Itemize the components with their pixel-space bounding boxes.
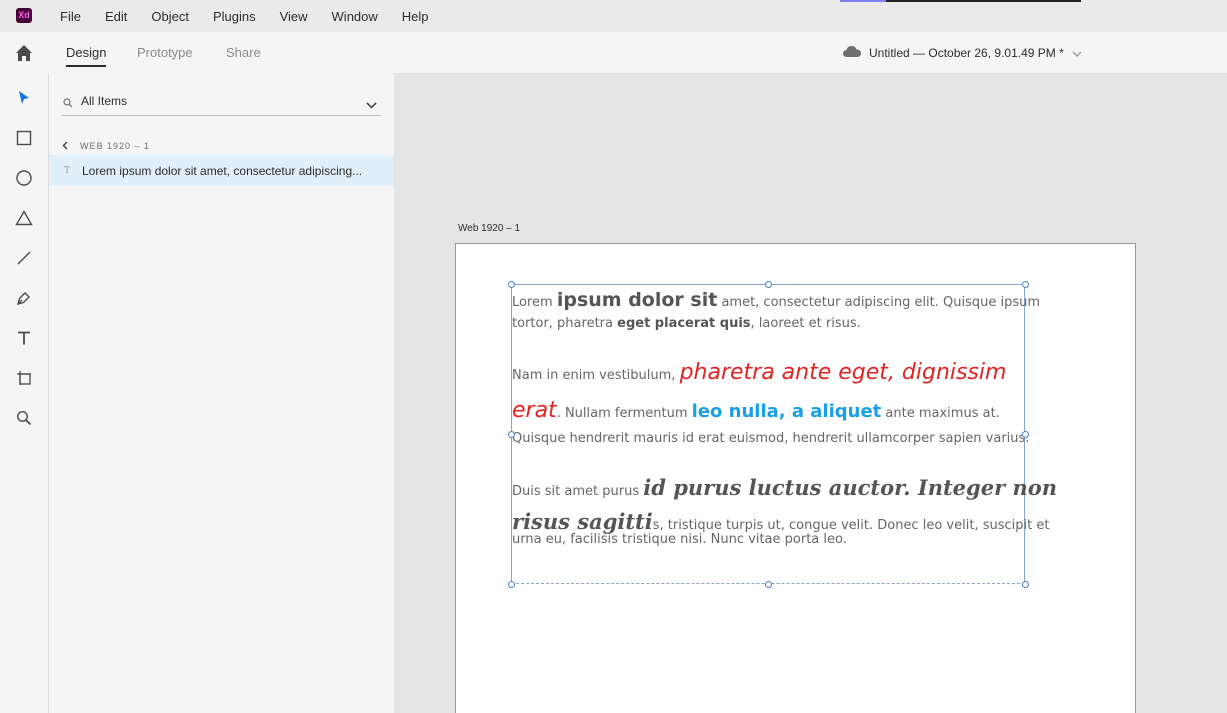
text-run-bold: ipsum dolor sit (556, 289, 718, 311)
tab-share[interactable]: Share (226, 32, 261, 73)
text-line: Duis sit amet purus id purus luctus auct… (512, 475, 1057, 500)
resize-handle-s[interactable] (765, 581, 772, 588)
artboard-tool-icon[interactable] (12, 366, 36, 390)
resize-handle-e[interactable] (1022, 431, 1029, 438)
text-line: Lorem ipsum dolor sit amet, consectetur … (512, 289, 1040, 311)
text-run: tortor, pharetra (512, 316, 618, 331)
text-line: erat. Nullam fermentum leo nulla, a aliq… (512, 398, 1000, 423)
resize-handle-se[interactable] (1022, 581, 1029, 588)
resize-handle-ne[interactable] (1022, 281, 1029, 288)
menu-help[interactable]: Help (402, 0, 429, 32)
title-bar-strip (840, 0, 1081, 2)
resize-handle-w[interactable] (508, 431, 515, 438)
breadcrumb-label: WEB 1920 – 1 (80, 141, 151, 151)
document-title-area[interactable]: Untitled — October 26, 9.01.49 PM * (843, 32, 1082, 73)
resize-handle-nw[interactable] (508, 281, 515, 288)
menu-bar: Xd File Edit Object Plugins View Window … (0, 0, 1227, 32)
text-run: Nam in enim vestibulum, (512, 368, 680, 383)
text-run-script: id purus luctus auctor. Integer non (643, 475, 1057, 500)
resize-handle-n[interactable] (765, 281, 772, 288)
menu-file[interactable]: File (60, 0, 81, 32)
layer-search[interactable]: All Items (62, 87, 381, 116)
text-line: Quisque hendrerit mauris id erat euismod… (512, 431, 1030, 446)
tab-design[interactable]: Design (66, 32, 107, 73)
layer-item[interactable]: T Lorem ipsum dolor sit amet, consectetu… (49, 155, 394, 186)
home-icon[interactable] (12, 41, 36, 65)
menu-edit[interactable]: Edit (105, 0, 127, 32)
menu-window[interactable]: Window (332, 0, 378, 32)
select-tool-icon[interactable] (12, 86, 36, 110)
menu-view[interactable]: View (280, 0, 308, 32)
ellipse-tool-icon[interactable] (12, 166, 36, 190)
chevron-left-icon[interactable] (62, 137, 68, 155)
text-run: ante maximus at. (881, 406, 1000, 421)
text-layer-icon: T (64, 165, 71, 176)
chevron-down-icon[interactable] (366, 96, 377, 114)
layers-panel: All Items WEB 1920 – 1 T Lorem ipsum dol… (49, 73, 394, 713)
text-line: risus sagittis, tristique turpis ut, con… (512, 509, 1049, 534)
text-run-red-italic: pharetra ante eget, dignissim (679, 360, 1007, 385)
document-title: Untitled — October 26, 9.01.49 PM * (869, 45, 1064, 60)
artboard-label[interactable]: Web 1920 – 1 (458, 223, 520, 234)
xd-logo-icon: Xd (16, 8, 32, 23)
text-line: tortor, pharetra eget placerat quis, lao… (512, 316, 861, 331)
menu-object[interactable]: Object (151, 0, 189, 32)
text-run: , laoreet et risus. (750, 316, 861, 331)
text-line: Nam in enim vestibulum, pharetra ante eg… (512, 360, 1006, 385)
text-tool-icon[interactable] (12, 326, 36, 350)
chevron-down-icon[interactable] (1072, 44, 1082, 62)
tools-panel (0, 73, 49, 713)
text-run: amet, consectetur adipiscing elit. Quisq… (717, 295, 1041, 310)
cloud-icon (843, 44, 861, 62)
menu-plugins[interactable]: Plugins (213, 0, 256, 32)
breadcrumb[interactable]: WEB 1920 – 1 (62, 139, 150, 153)
text-run: s, tristique turpis ut, congue velit. Do… (652, 518, 1050, 533)
text-run-bold: eget placerat quis (617, 316, 751, 331)
search-icon (63, 95, 73, 113)
polygon-tool-icon[interactable] (12, 206, 36, 230)
text-run-red-italic: erat (512, 398, 557, 423)
menu-items: File Edit Object Plugins View Window Hel… (60, 0, 453, 32)
zoom-tool-icon[interactable] (12, 406, 36, 430)
text-run: . Nullam fermentum (556, 406, 692, 421)
resize-handle-sw[interactable] (508, 581, 515, 588)
text-run-blue-bold: leo nulla, a aliquet (691, 401, 882, 422)
text-run-script: risus sagitti (512, 509, 653, 534)
search-input[interactable]: All Items (81, 94, 127, 108)
text-box[interactable]: Lorem ipsum dolor sit amet, consectetur … (508, 281, 1057, 588)
tab-prototype[interactable]: Prototype (137, 32, 193, 73)
mode-tab-bar: Design Prototype Share Untitled — Octobe… (0, 32, 1227, 73)
text-line: urna eu, facilisis tristique nisi. Nunc … (512, 532, 847, 547)
pen-tool-icon[interactable] (12, 286, 36, 310)
rectangle-tool-icon[interactable] (12, 126, 36, 150)
layer-item-label: Lorem ipsum dolor sit amet, consectetur … (82, 164, 363, 178)
text-run: Duis sit amet purus (512, 484, 644, 499)
line-tool-icon[interactable] (12, 246, 36, 270)
text-run: Lorem (512, 295, 557, 310)
